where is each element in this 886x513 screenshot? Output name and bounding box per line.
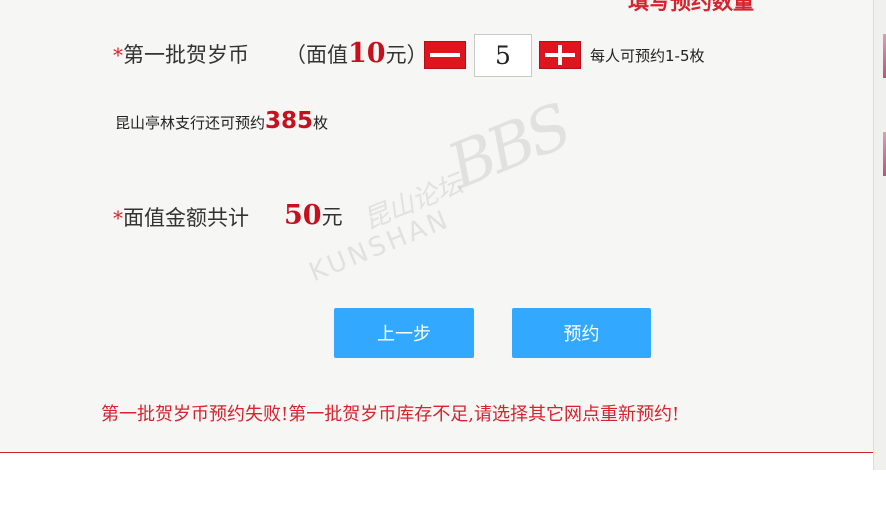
section-title: 填写预约数量 xyxy=(628,0,754,14)
face-value-prefix: （面值 xyxy=(285,43,348,67)
coin-name: 第一批贺岁币 xyxy=(123,43,249,67)
error-message: 第一批贺岁币预约失败!第一批贺岁币库存不足,请选择其它网点重新预约! xyxy=(101,404,680,425)
face-value-suffix: 元） xyxy=(385,43,428,67)
total-label: 面值金额共计 xyxy=(123,206,249,230)
coin-row-label: *第一批贺岁币 xyxy=(113,39,249,69)
total-amount: 50元 xyxy=(284,200,343,231)
panel-bottom-border xyxy=(0,452,873,453)
remaining-text: 昆山亭林支行还可预约385枚 xyxy=(115,108,328,134)
total-value: 50 xyxy=(284,200,322,231)
remaining-suffix: 枚 xyxy=(313,114,329,132)
increase-quantity-button[interactable] xyxy=(539,41,581,69)
prev-step-button[interactable]: 上一步 xyxy=(334,308,474,358)
remaining-count: 385 xyxy=(265,108,314,134)
required-asterisk: * xyxy=(113,206,123,230)
required-asterisk: * xyxy=(113,43,123,67)
face-value: 10 xyxy=(348,38,386,69)
quantity-input[interactable] xyxy=(474,34,532,77)
total-row-label: *面值金额共计 xyxy=(113,202,249,232)
decrease-quantity-button[interactable] xyxy=(424,41,466,69)
reserve-button[interactable]: 预约 xyxy=(512,308,651,358)
remaining-prefix: 昆山亭林支行还可预约 xyxy=(115,114,266,132)
face-value-label: （面值10元） xyxy=(285,38,428,69)
total-unit: 元 xyxy=(321,205,343,229)
quantity-limit-text: 每人可预约1-5枚 xyxy=(590,47,705,65)
